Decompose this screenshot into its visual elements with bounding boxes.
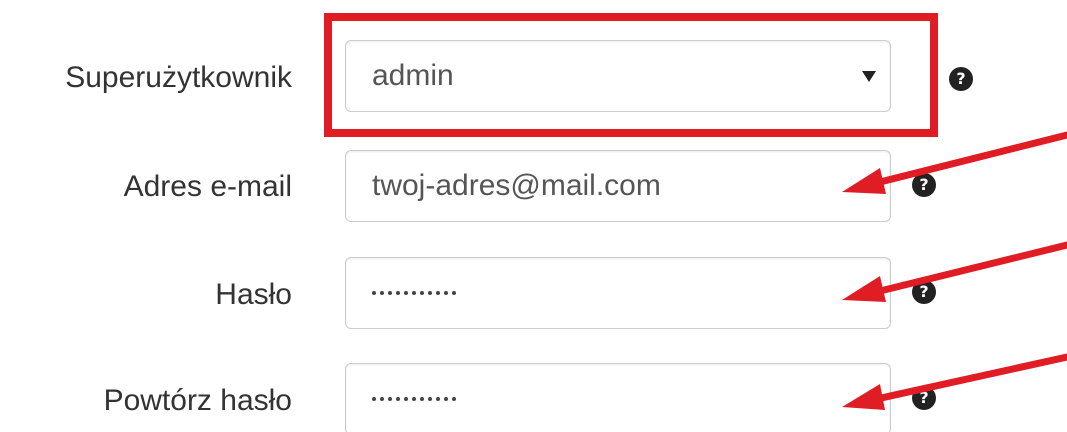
mask-dot (436, 397, 440, 401)
form-stage: Superużytkownik admin ? Adres e-mail ? H… (0, 0, 1067, 432)
mask-dot (428, 291, 432, 295)
password-mask (372, 291, 456, 295)
mask-dot (452, 397, 456, 401)
mask-dot (372, 291, 376, 295)
arrow-password-repeat (868, 353, 1067, 404)
arrow-password (868, 241, 1067, 297)
password-repeat-field[interactable] (345, 363, 891, 432)
mask-dot (388, 291, 392, 295)
email-help-icon[interactable]: ? (912, 173, 936, 197)
mask-dot (444, 397, 448, 401)
mask-dot (404, 397, 408, 401)
password-repeat-mask (372, 397, 456, 401)
mask-dot (436, 291, 440, 295)
superuser-label: Superużytkownik (65, 61, 292, 94)
email-field[interactable] (345, 150, 891, 222)
mask-dot (372, 397, 376, 401)
arrow-email (868, 131, 1067, 188)
email-label: Adres e-mail (123, 170, 292, 203)
mask-dot (404, 291, 408, 295)
mask-dot (388, 397, 392, 401)
dropdown-caret-icon (862, 70, 876, 82)
superuser-selected-value: admin (372, 59, 454, 92)
mask-dot (380, 397, 384, 401)
mask-dot (412, 291, 416, 295)
mask-dot (420, 291, 424, 295)
mask-dot (396, 397, 400, 401)
mask-dot (396, 291, 400, 295)
password-label: Hasło (215, 278, 292, 311)
mask-dot (412, 397, 416, 401)
superuser-select[interactable]: admin (345, 40, 891, 112)
superuser-help-icon[interactable]: ? (949, 67, 973, 91)
password-repeat-label: Powtórz hasło (103, 384, 292, 417)
mask-dot (452, 291, 456, 295)
mask-dot (428, 397, 432, 401)
password-repeat-help-icon[interactable]: ? (912, 386, 936, 410)
password-field[interactable] (345, 257, 891, 329)
password-help-icon[interactable]: ? (912, 280, 936, 304)
mask-dot (444, 291, 448, 295)
mask-dot (420, 397, 424, 401)
mask-dot (380, 291, 384, 295)
